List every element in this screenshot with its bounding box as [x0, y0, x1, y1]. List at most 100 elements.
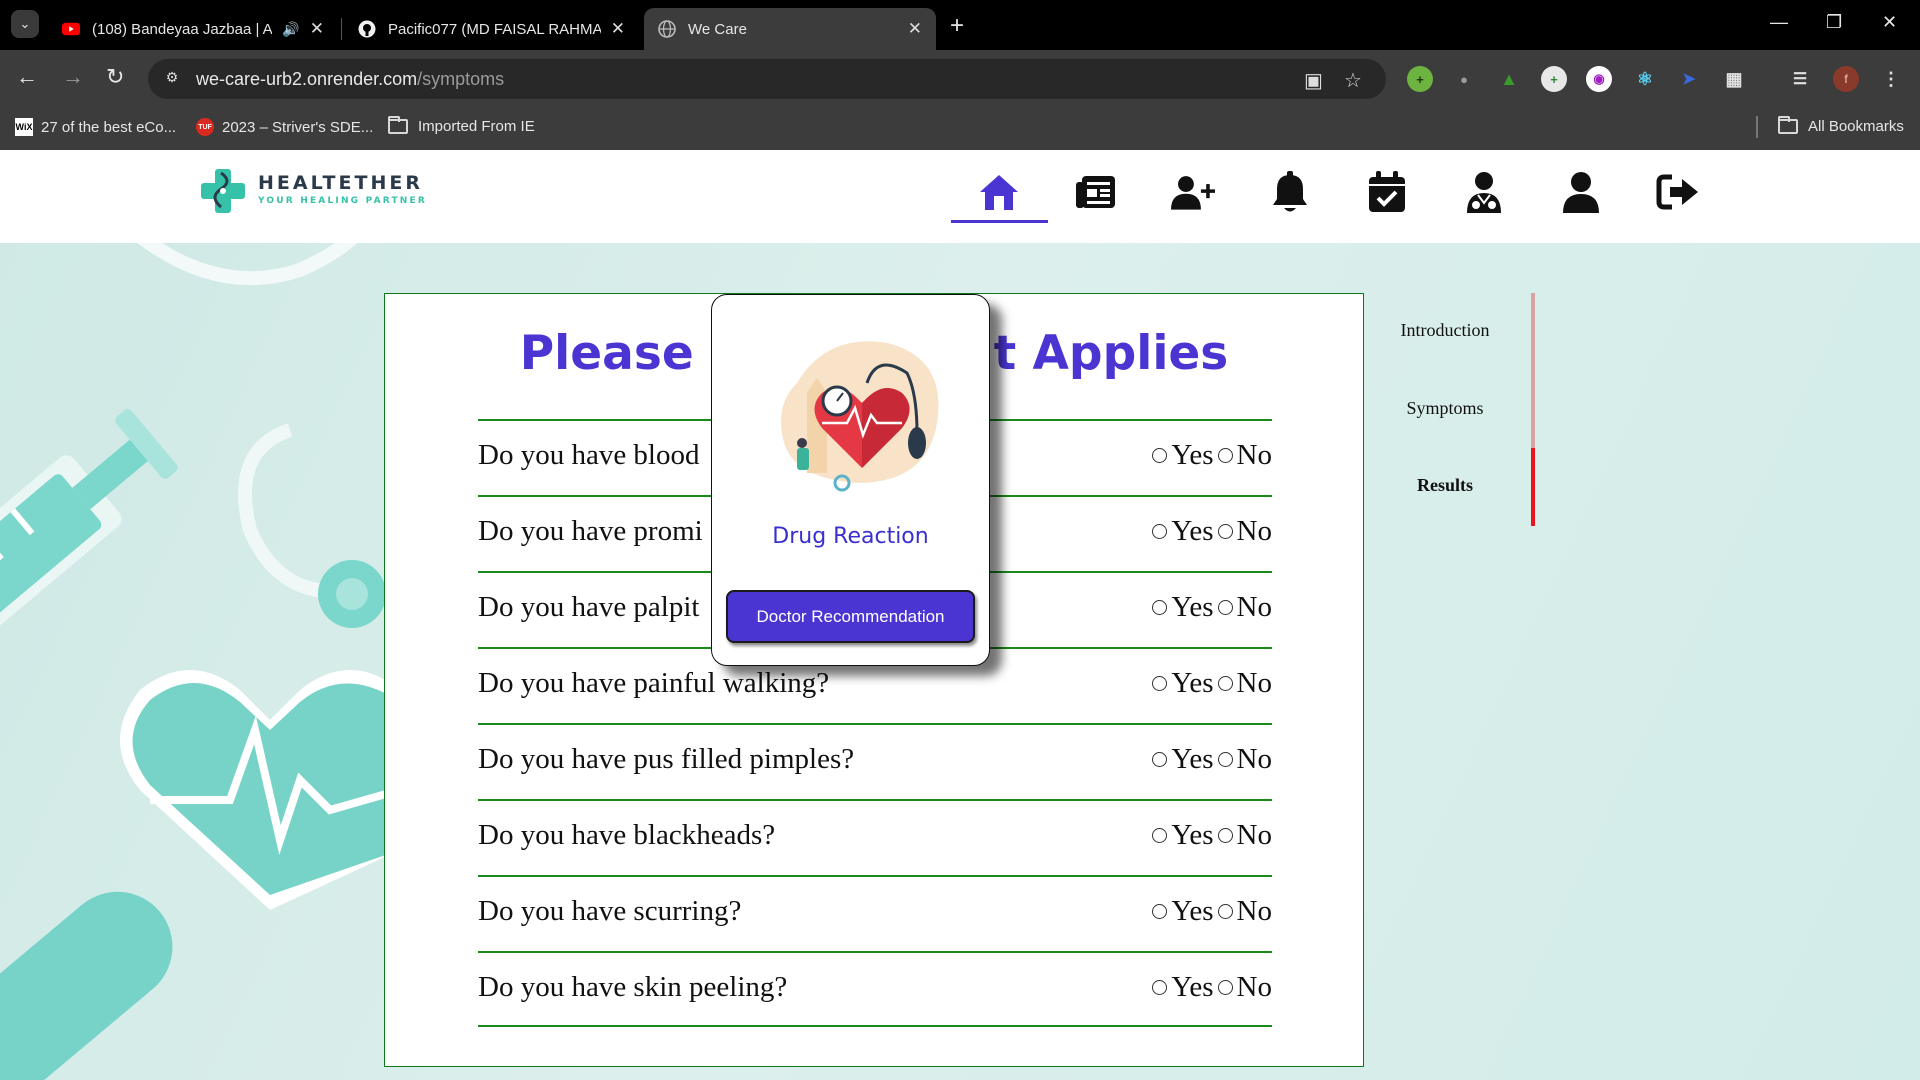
- question-row: Do you have blackheads? Yes No: [478, 799, 1272, 875]
- no-radio[interactable]: [1217, 828, 1233, 843]
- close-tab-icon[interactable]: ✕: [611, 19, 625, 39]
- nav-news[interactable]: [1074, 170, 1118, 214]
- extension-plus-green-icon[interactable]: +: [1407, 66, 1433, 92]
- nav-appointments[interactable]: [1365, 170, 1409, 214]
- question-row: Do you have skin peeling? Yes No: [478, 951, 1272, 1027]
- extension-plus-icon[interactable]: +: [1541, 66, 1567, 92]
- extension-purple-icon[interactable]: ◉: [1586, 66, 1612, 92]
- bookmarks-divider: [1756, 116, 1758, 138]
- answer-options: Yes No: [1148, 819, 1272, 852]
- tab-search-button[interactable]: ⌄: [11, 10, 39, 38]
- card-title-left: Please: [519, 326, 694, 381]
- yes-radio[interactable]: [1152, 676, 1168, 691]
- nav-add-user[interactable]: [1171, 170, 1215, 214]
- no-radio[interactable]: [1217, 524, 1233, 539]
- no-label: No: [1236, 971, 1272, 1003]
- doctor-recommendation-button[interactable]: Doctor Recommendation: [726, 590, 975, 643]
- tab-we-care[interactable]: We Care ✕: [644, 8, 936, 50]
- answer-options: Yes No: [1148, 971, 1272, 1004]
- bell-icon: [1273, 171, 1307, 212]
- tab-strip: ⌄ (108) Bandeyaa Jazbaa | Aisi 🔊 ✕ Pacif…: [0, 0, 1920, 50]
- answer-options: Yes No: [1148, 439, 1272, 472]
- no-radio[interactable]: [1217, 448, 1233, 463]
- extensions-puzzle-icon[interactable]: ▦: [1721, 66, 1747, 92]
- site-info-icon[interactable]: ⚙: [162, 69, 182, 89]
- restore-icon[interactable]: ❐: [1826, 12, 1842, 33]
- tab-title: We Care: [688, 20, 747, 38]
- close-tab-icon[interactable]: ✕: [310, 19, 324, 39]
- bookmark-wix[interactable]: WiX 27 of the best eCo...: [15, 118, 176, 136]
- no-radio[interactable]: [1217, 904, 1233, 919]
- extension-tree-icon[interactable]: ▲: [1496, 66, 1522, 92]
- nav-profile[interactable]: [1559, 170, 1603, 214]
- step-symptoms[interactable]: Symptoms: [1365, 398, 1525, 419]
- step-introduction[interactable]: Introduction: [1365, 320, 1525, 341]
- result-title: Drug Reaction: [772, 524, 929, 549]
- answer-options: Yes No: [1148, 667, 1272, 700]
- no-radio[interactable]: [1217, 676, 1233, 691]
- close-window-icon[interactable]: ✕: [1882, 12, 1897, 33]
- no-label: No: [1236, 667, 1272, 699]
- brand-name[interactable]: HEALTETHER: [258, 172, 423, 194]
- all-bookmarks[interactable]: All Bookmarks: [1778, 116, 1904, 135]
- url-text[interactable]: we-care-urb2.onrender.com/symptoms: [196, 69, 504, 90]
- nav-home[interactable]: [977, 170, 1021, 214]
- medical-background-illustration: [0, 165, 400, 1080]
- yes-radio[interactable]: [1152, 904, 1168, 919]
- menu-kebab-icon[interactable]: ⋮: [1878, 66, 1904, 92]
- bookmarks-bar: WiX 27 of the best eCo... TUF 2023 – Str…: [0, 108, 1920, 150]
- extension-cursor-icon[interactable]: ➤: [1676, 66, 1702, 92]
- tab-github[interactable]: Pacific077 (MD FAISAL RAHMAN ✕: [344, 8, 639, 50]
- home-icon: [980, 175, 1018, 210]
- step-results[interactable]: Results: [1365, 475, 1525, 496]
- yes-radio[interactable]: [1152, 600, 1168, 615]
- media-queue-icon[interactable]: ☰: [1787, 66, 1813, 92]
- nav-logout[interactable]: [1656, 170, 1700, 214]
- extension-gray-icon[interactable]: ●: [1451, 66, 1477, 92]
- no-radio[interactable]: [1217, 752, 1233, 767]
- address-bar[interactable]: ⚙ we-care-urb2.onrender.com/symptoms ▣ ☆: [148, 59, 1386, 99]
- no-label: No: [1236, 819, 1272, 851]
- no-label: No: [1236, 591, 1272, 623]
- question-text: Do you have blood: [478, 439, 700, 471]
- install-app-icon[interactable]: ▣: [1304, 68, 1323, 93]
- nav-notifications[interactable]: [1268, 170, 1312, 214]
- minimize-icon[interactable]: —: [1770, 12, 1788, 33]
- answer-options: Yes No: [1148, 895, 1272, 928]
- close-tab-icon[interactable]: ✕: [908, 19, 922, 39]
- folder-icon: [388, 116, 408, 134]
- bookmark-star-icon[interactable]: ☆: [1344, 68, 1362, 93]
- question-text: Do you have blackheads?: [478, 819, 776, 851]
- all-bookmarks-label: All Bookmarks: [1808, 118, 1904, 135]
- no-label: No: [1236, 515, 1272, 547]
- yes-radio[interactable]: [1152, 828, 1168, 843]
- forward-icon[interactable]: →: [62, 64, 84, 90]
- back-icon[interactable]: ←: [16, 64, 38, 90]
- healtether-logo-icon: [201, 169, 245, 213]
- add-user-icon: [1171, 176, 1215, 210]
- speaker-icon[interactable]: 🔊: [282, 21, 299, 38]
- no-radio[interactable]: [1217, 600, 1233, 615]
- nav-doctors[interactable]: [1462, 170, 1506, 214]
- site-header: HEALTETHER YOUR HEALING PARTNER: [0, 150, 1920, 243]
- result-popup: Drug Reaction Doctor Recommendation: [711, 294, 990, 666]
- yes-radio[interactable]: [1152, 448, 1168, 463]
- yes-radio[interactable]: [1152, 980, 1168, 995]
- yes-radio[interactable]: [1152, 752, 1168, 767]
- new-tab-icon[interactable]: +: [950, 12, 964, 40]
- react-devtools-icon[interactable]: ⚛: [1632, 66, 1658, 92]
- no-radio[interactable]: [1217, 980, 1233, 995]
- yes-label: Yes: [1171, 743, 1214, 775]
- page-content: HEALTETHER YOUR HEALING PARTNER Please t…: [0, 150, 1920, 1080]
- card-title-right: t Applies: [993, 326, 1229, 381]
- tab-title: Pacific077 (MD FAISAL RAHMAN: [388, 20, 601, 38]
- question-text: Do you have promi: [478, 515, 703, 547]
- tab-youtube[interactable]: (108) Bandeyaa Jazbaa | Aisi 🔊 ✕: [48, 8, 338, 50]
- url-path: /symptoms: [417, 69, 505, 89]
- bookmark-folder-ie[interactable]: Imported From IE: [388, 116, 535, 135]
- reload-icon[interactable]: ↻: [106, 64, 124, 90]
- bookmark-striver[interactable]: TUF 2023 – Striver's SDE...: [196, 118, 373, 136]
- profile-avatar[interactable]: f: [1833, 66, 1859, 92]
- yes-radio[interactable]: [1152, 524, 1168, 539]
- answer-options: Yes No: [1148, 515, 1272, 548]
